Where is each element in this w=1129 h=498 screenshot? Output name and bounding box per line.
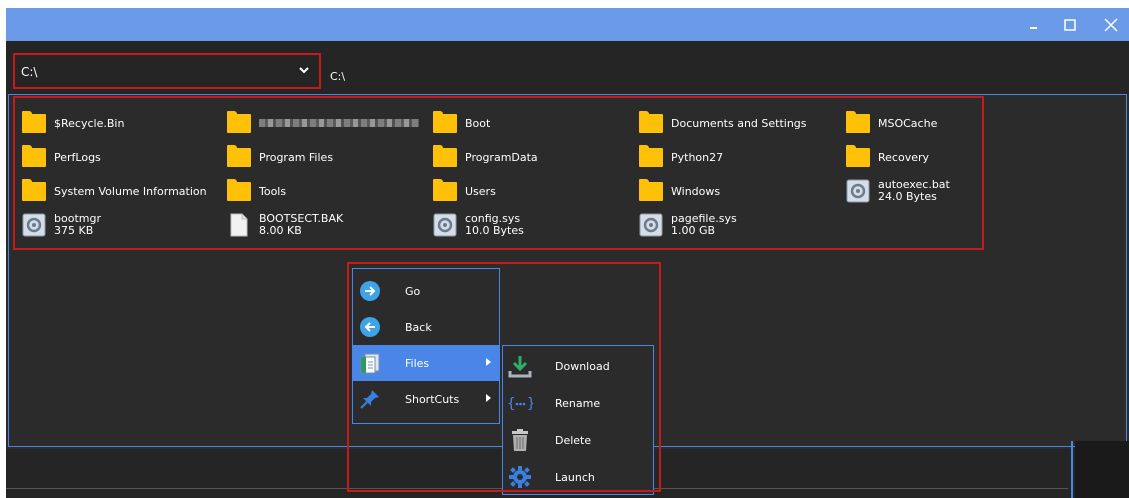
file-item[interactable] — [227, 108, 419, 138]
file-item[interactable]: autoexec.bat 24.0 Bytes — [846, 176, 950, 206]
folder-icon — [846, 111, 870, 135]
path-bar: C:\ C:\ — [6, 41, 1129, 94]
file-meta: pagefile.sys 1.00 GB — [671, 213, 737, 237]
file-size: 1.00 GB — [671, 224, 716, 237]
file-name: Tools — [259, 184, 287, 198]
file-size: 10.0 Bytes — [465, 224, 524, 237]
file-name: System Volume Information — [54, 184, 207, 198]
file-size: 24.0 Bytes — [878, 190, 937, 203]
folder-icon — [227, 145, 251, 169]
file-item[interactable]: Documents and Settings — [639, 108, 807, 138]
close-icon — [1104, 17, 1118, 32]
folder-icon — [846, 145, 870, 169]
file-name: Recovery — [878, 150, 930, 164]
file-name: PerfLogs — [54, 150, 101, 164]
folder-icon — [433, 111, 457, 135]
file-item[interactable]: Tools — [227, 176, 286, 206]
file-item[interactable]: Program Files — [227, 142, 333, 172]
blurred-file-name — [259, 119, 419, 127]
minimize-icon — [1030, 26, 1037, 29]
system-file-icon — [22, 213, 46, 237]
file-name: Users — [465, 184, 496, 198]
file-item[interactable]: System Volume Information — [22, 176, 207, 206]
folder-icon — [433, 179, 457, 203]
system-file-icon — [639, 213, 663, 237]
file-name: Program Files — [259, 150, 334, 164]
folder-icon — [639, 179, 663, 203]
document-icon — [227, 213, 251, 237]
file-meta: config.sys 10.0 Bytes — [465, 213, 524, 237]
folder-icon — [639, 111, 663, 135]
folder-icon — [22, 145, 46, 169]
file-item[interactable]: ProgramData — [433, 142, 538, 172]
close-button[interactable] — [1093, 8, 1129, 41]
file-item[interactable]: BOOTSECT.BAK 8.00 KB — [227, 210, 343, 240]
title-bar[interactable] — [6, 8, 1129, 41]
file-name: Python27 — [671, 150, 724, 164]
file-item[interactable]: Users — [433, 176, 496, 206]
system-file-icon — [846, 179, 870, 203]
file-size: 8.00 KB — [259, 224, 302, 237]
system-file-icon — [433, 213, 457, 237]
file-item[interactable]: Windows — [639, 176, 720, 206]
folder-icon — [227, 111, 251, 135]
file-name: Documents and Settings — [671, 116, 807, 130]
context-menu-highlight — [347, 262, 661, 492]
file-item[interactable]: $Recycle.Bin — [22, 108, 124, 138]
file-meta: BOOTSECT.BAK 8.00 KB — [259, 213, 343, 237]
window-edge — [1071, 441, 1073, 498]
file-name: ProgramData — [465, 150, 538, 164]
file-item[interactable]: config.sys 10.0 Bytes — [433, 210, 524, 240]
file-name: MSOCache — [878, 116, 938, 130]
current-path-label: C:\ — [330, 70, 346, 83]
folder-icon — [22, 111, 46, 135]
minimize-button[interactable] — [1016, 8, 1052, 41]
file-meta: bootmgr 375 KB — [54, 213, 101, 237]
file-name: Boot — [465, 116, 491, 130]
file-item[interactable]: Boot — [433, 108, 490, 138]
maximize-button[interactable] — [1052, 8, 1088, 41]
file-item[interactable]: MSOCache — [846, 108, 937, 138]
chevron-down-icon[interactable] — [298, 64, 310, 76]
file-meta: autoexec.bat 24.0 Bytes — [878, 179, 950, 203]
file-size: 375 KB — [54, 224, 94, 237]
folder-icon — [433, 145, 457, 169]
file-item[interactable]: bootmgr 375 KB — [22, 210, 101, 240]
file-item[interactable]: pagefile.sys 1.00 GB — [639, 210, 737, 240]
file-item[interactable]: Recovery — [846, 142, 929, 172]
path-dropdown-value: C:\ — [21, 65, 38, 79]
folder-icon — [22, 179, 46, 203]
file-name: Windows — [671, 184, 721, 198]
path-dropdown[interactable]: C:\ — [13, 53, 321, 89]
file-grid-highlight: $Recycle.Bin Boot Documents and Settings… — [13, 96, 984, 250]
file-name: $Recycle.Bin — [54, 116, 125, 130]
file-item[interactable]: Python27 — [639, 142, 723, 172]
window-corner — [1075, 441, 1129, 498]
folder-icon — [639, 145, 663, 169]
folder-icon — [227, 179, 251, 203]
maximize-icon — [1064, 18, 1076, 31]
file-item[interactable]: PerfLogs — [22, 142, 101, 172]
